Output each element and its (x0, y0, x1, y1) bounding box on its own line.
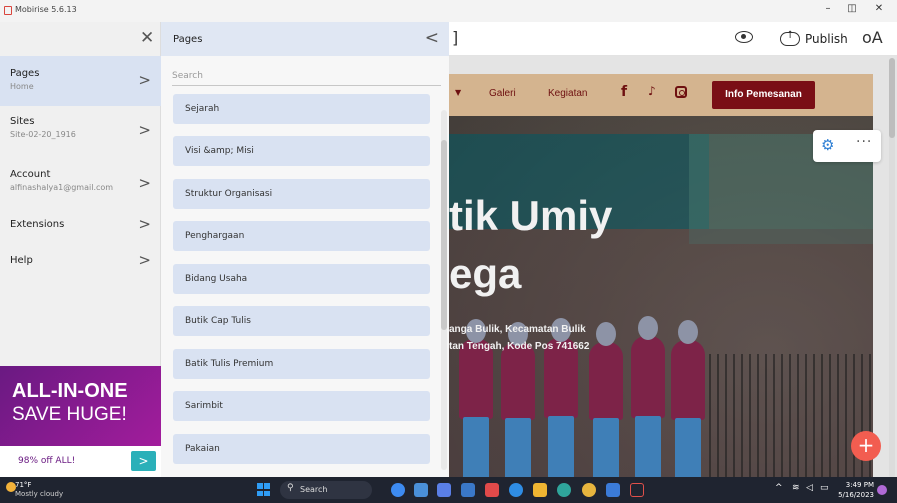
gear-icon[interactable]: ⚙ (821, 136, 834, 154)
windows-start-icon[interactable] (257, 483, 270, 496)
add-block-button[interactable]: + (851, 431, 881, 461)
page-bracket-icon: ] (452, 28, 459, 47)
chevron-right-icon: > (138, 174, 151, 192)
nav-link-galeri[interactable]: Galeri (489, 88, 516, 99)
app-icon[interactable] (606, 483, 620, 497)
sidebar-item-extensions[interactable]: Extensions > (0, 215, 161, 243)
taskbar-search-label: Search (300, 485, 328, 494)
instagram-icon[interactable] (675, 86, 687, 98)
photo-person (501, 322, 535, 477)
app-icon[interactable] (437, 483, 451, 497)
close-window-button[interactable]: ✕ (869, 3, 889, 14)
cloud-upload-icon (780, 30, 800, 46)
promo-go-button[interactable]: > (131, 451, 156, 471)
sidebar-item-help[interactable]: Help > (0, 251, 161, 279)
sidebar-item-pages[interactable]: Pages Home > (0, 56, 161, 106)
maximize-button[interactable]: ◫ (842, 3, 862, 14)
mobirise-logo-icon (4, 6, 12, 15)
account-icon[interactable]: oA (862, 28, 883, 47)
app-icon[interactable] (509, 483, 523, 497)
promo-offer-bar[interactable]: 98% off ALL! > (0, 446, 161, 477)
info-pemesanan-button[interactable]: Info Pemesanan (712, 81, 815, 109)
taskbar-search[interactable]: ⚲ Search (280, 481, 372, 499)
page-list-item[interactable]: Sejarah (173, 94, 430, 124)
chrome-icon[interactable] (582, 483, 596, 497)
sidebar-item-sites[interactable]: Sites Site-02-20_1916 > (0, 116, 161, 156)
system-clock[interactable]: 3:49 PM 5/16/2023 (838, 480, 874, 500)
facebook-icon[interactable]: f (621, 84, 627, 100)
chevron-up-icon[interactable]: ^ (775, 483, 783, 493)
search-icon: ⚲ (287, 483, 294, 493)
page-list-item[interactable]: Struktur Organisasi (173, 179, 430, 209)
notification-icon[interactable] (877, 485, 887, 495)
chevron-left-icon[interactable]: < (425, 28, 439, 48)
photo-person (589, 322, 623, 477)
hero-title-line-2: ega (449, 250, 522, 297)
page-list-item[interactable]: Pakaian (173, 434, 430, 464)
windows-taskbar: 71°F Mostly cloudy ⚲ Search ^ ≋ ◁ ▭ 3:49… (0, 477, 897, 503)
pages-panel-title: Pages (173, 34, 203, 45)
page-list-item[interactable]: Batik Tulis Premium (173, 349, 430, 379)
publish-button[interactable]: Publish (780, 28, 848, 50)
preview-scrollbar-thumb[interactable] (889, 58, 895, 138)
page-list-item[interactable]: Penghargaan (173, 221, 430, 251)
photo-person (671, 320, 705, 477)
app-icon[interactable] (461, 483, 475, 497)
close-sidebar-icon[interactable]: ✕ (140, 28, 154, 48)
app-icon[interactable] (391, 483, 405, 497)
page-list-item[interactable]: Sarimbit (173, 391, 430, 421)
wifi-icon[interactable]: ≋ (792, 483, 800, 493)
window-title: Mobirise 5.6.13 (15, 5, 77, 14)
volume-icon[interactable]: ◁ (806, 483, 813, 493)
hero-title-line-1: tik Umiy (449, 192, 613, 239)
page-search-input[interactable] (172, 66, 441, 86)
chevron-right-icon: > (138, 71, 151, 89)
caret-down-icon[interactable]: ▼ (455, 88, 461, 97)
page-list-item[interactable]: Bidang Usaha (173, 264, 430, 294)
page-list-item[interactable]: Butik Cap Tulis (173, 306, 430, 336)
clock-time: 3:49 PM (845, 481, 874, 489)
page-list-item[interactable]: Visi &amp; Misi (173, 136, 430, 166)
mobirise-icon[interactable] (630, 483, 644, 497)
chevron-right-icon: > (138, 215, 151, 233)
promo-offer-text: 98% off ALL! (18, 456, 76, 466)
weather-temp: 71°F (15, 481, 32, 489)
battery-icon[interactable]: ▭ (820, 483, 829, 493)
window-titlebar: Mobirise 5.6.13 – ◫ ✕ (0, 0, 897, 22)
sidebar-item-account[interactable]: Account alfinashalya1@gmail.com > (0, 169, 161, 209)
promo-line-1: ALL-IN-ONE (12, 380, 128, 402)
pages-panel: Pages < Sejarah Visi &amp; Misi Struktur… (161, 22, 449, 477)
promo-banner[interactable]: ALL-IN-ONE SAVE HUGE! (0, 366, 161, 446)
app-icon[interactable] (414, 483, 428, 497)
pages-panel-header: Pages < (161, 22, 449, 56)
minimize-button[interactable]: – (818, 3, 838, 14)
chevron-right-icon: > (138, 251, 151, 269)
chevron-right-icon: > (138, 121, 151, 139)
promo-line-2: SAVE HUGE! (12, 404, 127, 425)
hero-subtitle-line-2: tan Tengah, Kode Pos 741662 (449, 341, 590, 352)
app-icon[interactable] (557, 483, 571, 497)
site-preview: ▼ Galeri Kegiatan f ♪ Info Pemesanan tik… (449, 56, 897, 477)
hero-subtitle-line-1: anga Bulik, Kecamatan Bulik (449, 324, 586, 335)
tiktok-icon[interactable]: ♪ (648, 84, 656, 98)
app-icon[interactable] (485, 483, 499, 497)
more-options-icon[interactable]: ··· (856, 134, 872, 150)
photo-fence (709, 354, 873, 477)
clock-date: 5/16/2023 (838, 491, 874, 499)
folder-icon[interactable] (533, 483, 547, 497)
weather-condition: Mostly cloudy (15, 490, 64, 498)
site-navbar: ▼ Galeri Kegiatan f ♪ Info Pemesanan (449, 74, 873, 116)
pages-scrollbar-thumb[interactable] (441, 140, 447, 330)
preview-page: ▼ Galeri Kegiatan f ♪ Info Pemesanan tik… (449, 74, 873, 477)
eye-icon[interactable] (735, 31, 753, 43)
nav-link-kegiatan[interactable]: Kegiatan (548, 88, 587, 99)
photo-person (631, 316, 665, 477)
publish-label: Publish (805, 32, 848, 46)
